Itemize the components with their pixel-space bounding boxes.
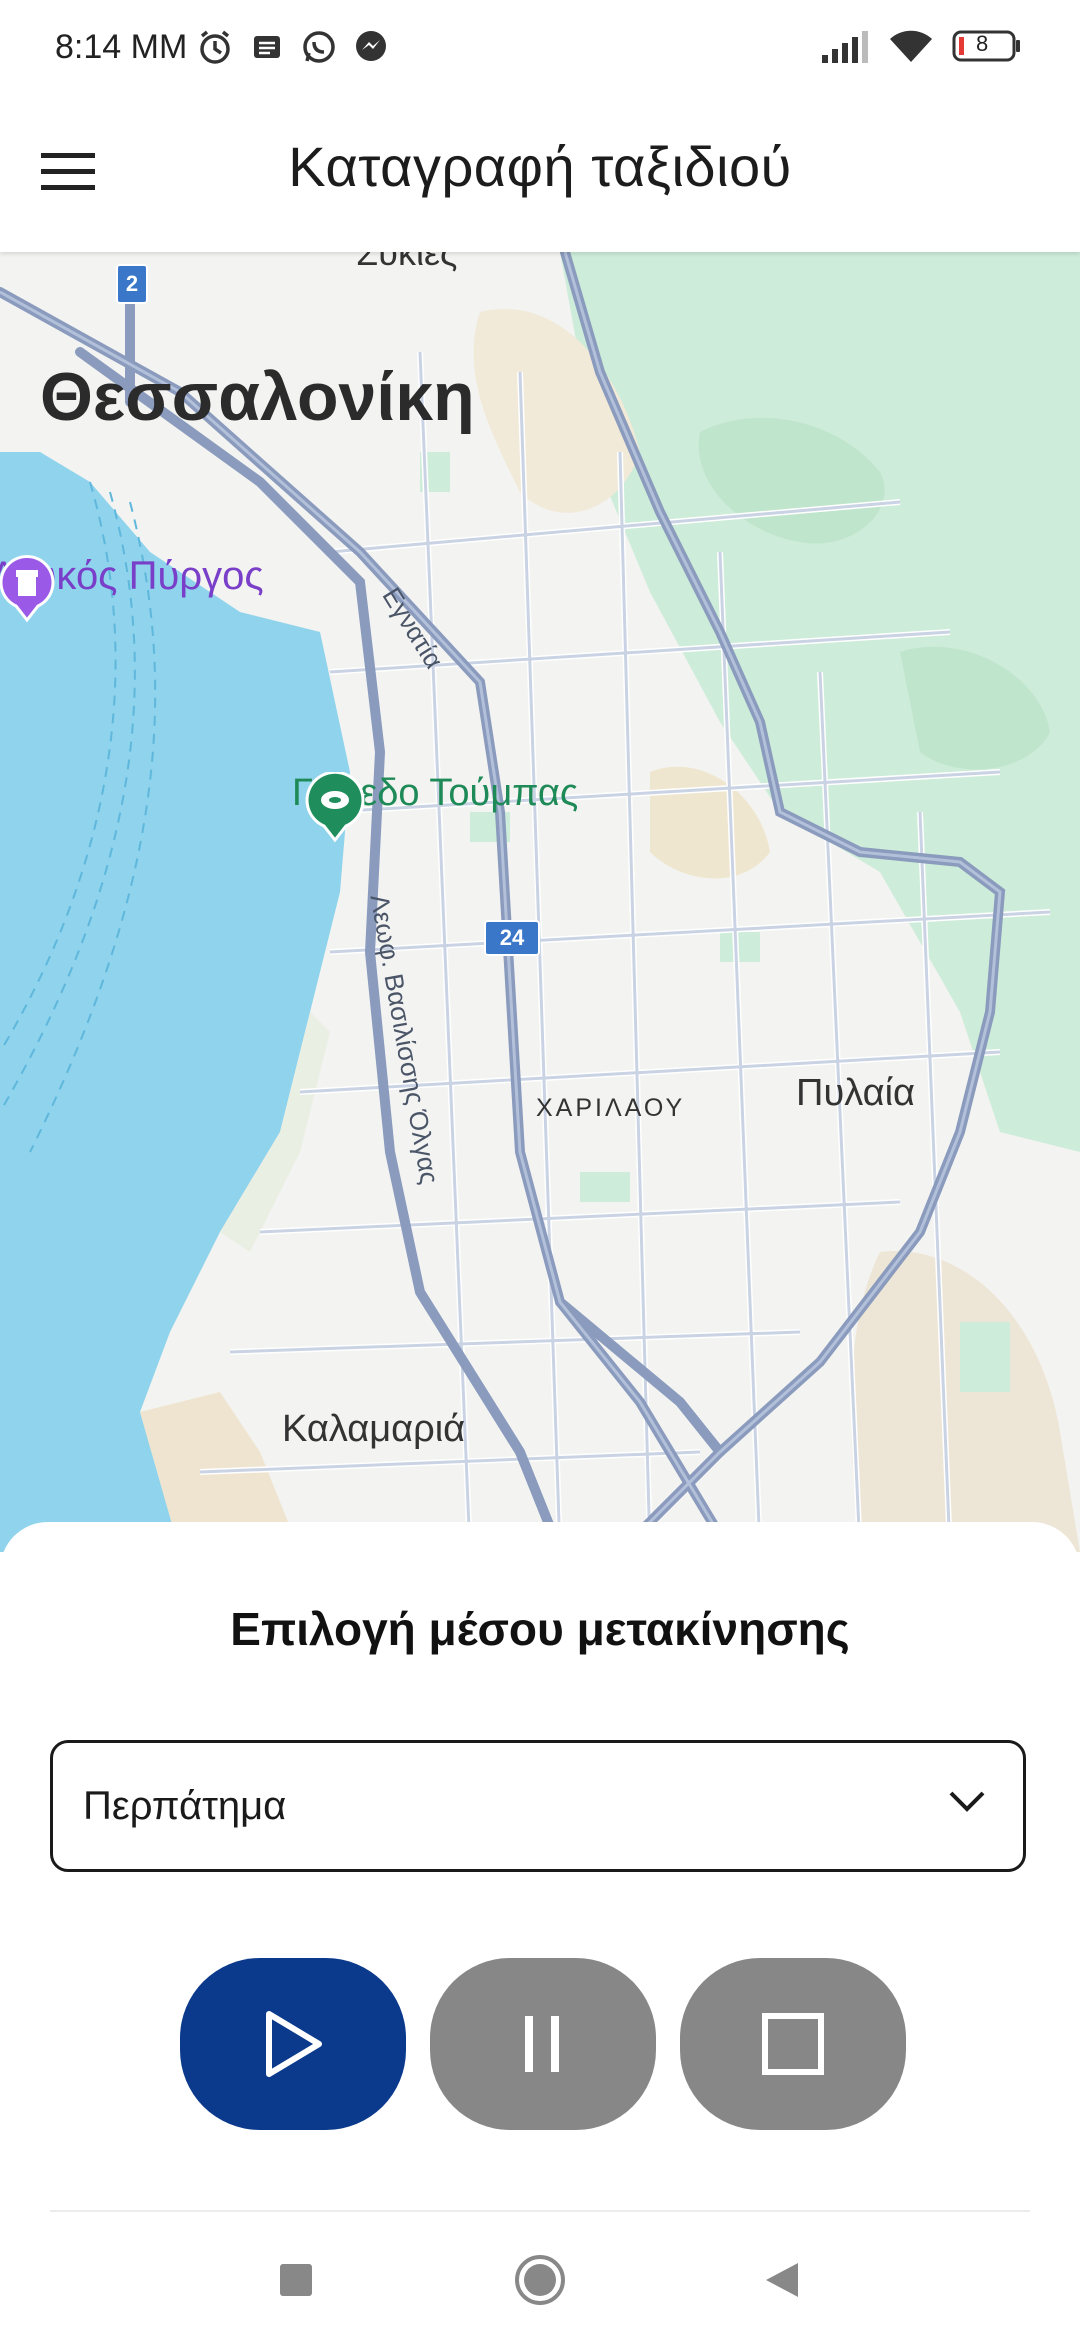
back-triangle-icon <box>766 2263 798 2297</box>
home-circle-icon <box>515 2255 565 2305</box>
transport-mode-select[interactable]: Περπάτημα <box>50 1740 1026 1872</box>
stop-icon <box>762 2013 824 2075</box>
status-bar: 8:14 MM 8 <box>0 0 1080 96</box>
map-label-charilaou: ΧΑΡΙΛΑΟΥ <box>536 1094 686 1122</box>
system-nav-bar <box>0 2220 1080 2340</box>
sheet-divider <box>50 2210 1030 2212</box>
tracking-controls <box>180 1958 906 2130</box>
map-canvas <box>0 252 1080 1552</box>
page-title: Καταγραφή ταξιδιού <box>288 135 792 198</box>
map-view[interactable]: 2 24 Συκιές Θεσσαλονίκη Λευκός Πύργος Εγ… <box>0 252 1080 1552</box>
route-shield-2: 2 <box>116 264 148 304</box>
message-icon <box>248 28 286 66</box>
home-button[interactable] <box>510 2250 570 2310</box>
transport-bottom-sheet: Επιλογή μέσου μετακίνησης Περπάτημα <box>0 1522 1080 2340</box>
recents-square-icon <box>280 2264 312 2296</box>
map-label-top-cut: Συκιές <box>356 252 458 273</box>
poi-toumba-stadium[interactable]: Γήπεδο Τούμπας <box>292 772 578 843</box>
chevron-down-icon <box>949 1791 985 1812</box>
whatsapp-icon <box>300 28 338 66</box>
map-label-kalamaria: Καλαμαριά <box>282 1408 466 1450</box>
messenger-icon <box>352 28 390 66</box>
sheet-title: Επιλογή μέσου μετακίνησης <box>230 1603 850 1655</box>
wifi-icon <box>888 28 934 64</box>
map-label-city: Θεσσαλονίκη <box>40 359 475 435</box>
back-button[interactable] <box>752 2250 812 2310</box>
app-bar: Καταγραφή ταξιδιού <box>0 96 1080 252</box>
pause-tracking-button[interactable] <box>430 1958 656 2130</box>
battery-level: 8 <box>976 31 989 56</box>
status-time: 8:14 MM <box>55 28 188 66</box>
stop-tracking-button[interactable] <box>680 1958 906 2130</box>
start-tracking-button[interactable] <box>180 1958 406 2130</box>
recents-button[interactable] <box>266 2250 326 2310</box>
transport-mode-value: Περπάτημα <box>83 1783 287 1828</box>
alarm-icon <box>196 28 234 66</box>
stadium-pin-icon <box>305 772 365 843</box>
play-icon <box>266 2011 322 2077</box>
battery-icon: 8 <box>952 29 1022 63</box>
map-label-pylaia: Πυλαία <box>796 1072 916 1114</box>
status-notification-icons <box>196 28 390 66</box>
pause-icon <box>525 2016 559 2072</box>
signal-icon <box>820 29 870 63</box>
status-system-icons: 8 <box>820 28 1022 64</box>
route-shield-24: 24 <box>484 920 540 956</box>
poi-white-tower[interactable]: Λευκός Πύργος <box>0 554 264 623</box>
tower-pin-icon <box>0 554 55 623</box>
